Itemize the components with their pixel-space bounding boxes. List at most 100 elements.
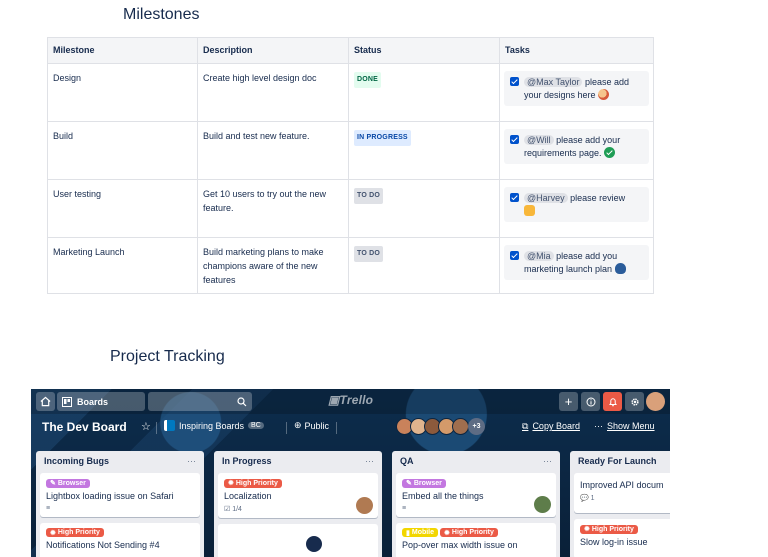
info-icon	[586, 397, 595, 406]
copy-icon: ⧉	[522, 421, 529, 431]
list-title[interactable]: QA	[400, 456, 414, 468]
user-mention[interactable]: @Will	[523, 135, 554, 145]
list-header[interactable]: Incoming Bugs ···	[36, 451, 204, 473]
avatar[interactable]	[356, 496, 373, 514]
member-avatar[interactable]	[452, 418, 469, 435]
milestones-heading: Milestones	[123, 6, 200, 23]
card[interactable]: ✎ Browser Lightbox loading issue on Safar…	[40, 473, 200, 517]
description-icon: ≡	[46, 504, 51, 512]
task-item[interactable]: @Will please add your requirements page.	[503, 129, 649, 164]
divider	[156, 422, 157, 434]
show-menu-button[interactable]: ··· Show Menu	[594, 421, 655, 431]
status-cell: IN PROGRESS	[347, 121, 500, 180]
list-title[interactable]: Ready For Launch	[578, 456, 657, 468]
status-cell: DONE	[347, 63, 500, 122]
card[interactable]	[218, 523, 378, 557]
copy-board-label: Copy Board	[532, 421, 580, 431]
card-title: Lightbox loading issue on Safari	[46, 490, 174, 501]
team-badge: BC	[248, 422, 264, 429]
settings-button[interactable]	[625, 392, 644, 411]
checkbox-checked-icon[interactable]	[509, 251, 519, 260]
board-title[interactable]: The Dev Board	[42, 420, 127, 434]
divider	[336, 422, 337, 434]
task-item[interactable]: @Mia please add you marketing launch pla…	[503, 245, 649, 280]
comment-badge: 💬 1	[580, 495, 595, 502]
card-title: Notifications Not Sending #4	[46, 540, 160, 550]
list-in-progress[interactable]: In Progress ··· ✹ High Priority Localizat…	[214, 451, 382, 557]
list-incoming-bugs[interactable]: Incoming Bugs ··· ✎ Browser Lightbox load…	[36, 451, 204, 557]
label-text: Browser	[57, 479, 86, 487]
team-name: Inspiring Boards	[179, 420, 245, 431]
boards-label: Boards	[77, 396, 109, 407]
speaking-head-emoji-icon	[614, 263, 626, 274]
board-header: The Dev Board ☆ Inspiring Boards BC ⊕ Pu…	[31, 417, 670, 439]
fire-icon: ✹	[228, 480, 234, 487]
list-title[interactable]: Incoming Bugs	[44, 456, 109, 468]
trello-topbar: Boards ▣Trello +	[31, 389, 670, 414]
divider	[286, 422, 287, 434]
milestone-cell: Marketing Launch	[47, 237, 198, 294]
column-header: Status	[347, 37, 500, 64]
label-text: High Priority	[235, 479, 278, 487]
label-text: High Priority	[451, 529, 494, 536]
home-icon	[40, 396, 51, 407]
list-header[interactable]: QA ···	[392, 451, 560, 473]
table-header-row: Milestone Description Status Tasks	[47, 37, 655, 64]
card[interactable]: Improved API docum 💬 1	[574, 473, 670, 513]
task-item[interactable]: @Harvey please review	[503, 187, 649, 222]
table-row: User testing Get 10 users to try out the…	[47, 179, 655, 238]
card[interactable]: ✹ High Priority Localization ☑ 1/4	[218, 473, 378, 518]
table-row: Build Build and test new feature. IN PRO…	[47, 121, 655, 180]
copy-board-button[interactable]: ⧉ Copy Board	[522, 421, 580, 432]
card[interactable]: ✹ High Priority Slow log-in issue	[574, 519, 670, 557]
list-ready-for-launch[interactable]: Ready For Launch Improved API docum 💬 1 …	[570, 451, 670, 557]
checkbox-checked-icon[interactable]	[509, 135, 519, 144]
checkbox-checked-icon[interactable]	[509, 77, 519, 86]
trello-logo[interactable]: ▣Trello	[328, 393, 373, 407]
table-row: Marketing Launch Build marketing plans t…	[47, 237, 655, 294]
search-input[interactable]	[148, 392, 252, 411]
card[interactable]: ✹ High Priority Notifications Not Sending…	[40, 522, 200, 557]
milestone-cell: Build	[47, 121, 198, 180]
checkbox-checked-icon[interactable]	[509, 193, 519, 202]
boards-button[interactable]: Boards	[57, 392, 145, 411]
phone-icon: ▮	[406, 529, 410, 537]
home-button[interactable]	[36, 392, 55, 411]
avatar[interactable]	[646, 392, 665, 411]
task-item[interactable]: @Max Taylor please add your designs here	[503, 71, 649, 106]
user-mention[interactable]: @Mia	[523, 251, 554, 261]
card[interactable]: ✎ Browser Embed all the things ≡	[396, 473, 556, 517]
user-mention[interactable]: @Max Taylor	[523, 77, 583, 87]
card-title: Pop-over max width issue on	[402, 540, 518, 550]
card[interactable]: ▮ Mobile ✹ High Priority Pop-over max width…	[396, 522, 556, 557]
visibility-label: Public	[304, 420, 330, 431]
more-members-badge[interactable]: +3	[468, 418, 485, 435]
list-menu-icon[interactable]: ···	[543, 456, 552, 468]
tasks-cell: @Will please add your requirements page.	[498, 121, 655, 180]
visibility-button[interactable]: ⊕ Public	[294, 420, 329, 431]
status-badge: TO DO	[353, 188, 384, 204]
board-members[interactable]: +3	[396, 418, 485, 435]
list-menu-icon[interactable]: ···	[365, 456, 374, 468]
label-text: High Priority	[591, 525, 634, 533]
user-mention[interactable]: @Harvey	[523, 193, 568, 203]
add-button[interactable]: +	[559, 392, 578, 411]
list-header[interactable]: In Progress ···	[214, 451, 382, 473]
info-button[interactable]	[581, 392, 600, 411]
avatar[interactable]	[534, 495, 551, 513]
list-menu-icon[interactable]: ···	[187, 456, 196, 468]
column-header: Tasks	[498, 37, 655, 64]
list-qa[interactable]: QA ··· ✎ Browser Embed all the things ≡ ▮…	[392, 451, 560, 557]
list-title[interactable]: In Progress	[222, 456, 272, 468]
team-button[interactable]: Inspiring Boards BC	[164, 420, 264, 431]
trello-logo-text: Trello	[339, 393, 374, 407]
fire-icon: ✹	[444, 529, 450, 537]
star-icon[interactable]: ☆	[141, 420, 151, 433]
status-badge: IN PROGRESS	[353, 130, 411, 146]
list-header[interactable]: Ready For Launch	[570, 451, 670, 473]
status-badge: DONE	[353, 72, 382, 88]
gear-icon	[630, 397, 639, 406]
table-row: Design Create high level design doc DONE…	[47, 63, 655, 122]
notifications-button[interactable]	[603, 392, 622, 411]
thumbs-up-emoji-icon	[523, 205, 535, 216]
